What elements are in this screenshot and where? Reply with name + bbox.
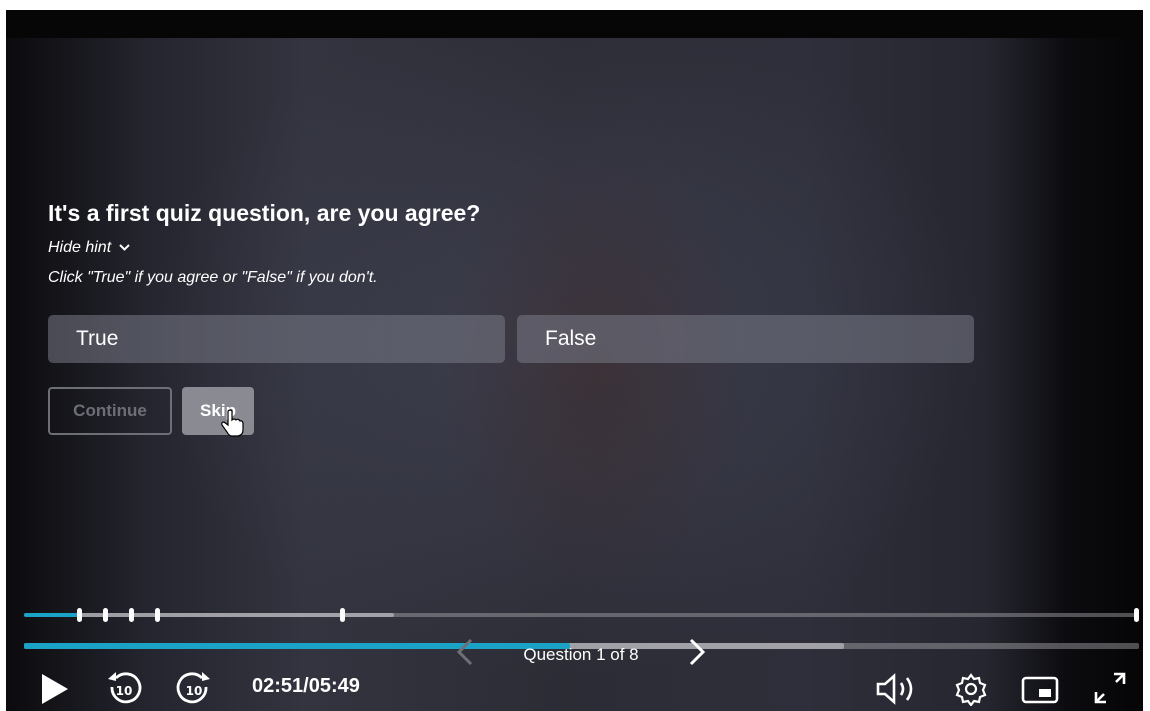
current-time: 02:51 [252,675,304,697]
hide-hint-toggle[interactable]: Hide hint [48,239,130,257]
quiz-marker[interactable] [1134,608,1139,622]
quiz-actions: Continue Skip [48,387,988,437]
chevron-down-icon [119,242,130,254]
quiz-question: It's a first quiz question, are you agre… [48,200,481,226]
control-bar: 10 10 02:51/05:49 [6,666,1143,711]
quiz-overlay: It's a first quiz question, are you agre… [48,200,988,437]
time-display: 02:51/05:49 [252,675,360,698]
settings-gear-icon[interactable] [954,672,988,706]
forward-seconds: 10 [186,684,203,698]
quiz-marker[interactable] [155,608,160,622]
quiz-marker[interactable] [129,608,134,622]
forward-10-icon[interactable]: 10 [174,670,214,708]
continue-button[interactable]: Continue [48,387,172,435]
hint-toggle-label: Hide hint [48,239,112,256]
chapter-timeline[interactable] [24,608,1139,622]
answer-false[interactable]: False [517,315,974,363]
volume-icon[interactable] [874,672,922,706]
duration: 05:49 [308,675,360,697]
quiz-marker[interactable] [340,608,345,622]
quiz-marker[interactable] [77,608,82,622]
rewind-10-icon[interactable]: 10 [104,670,144,708]
chapter-buffer [81,613,394,617]
skip-button[interactable]: Skip [182,387,254,437]
hint-text: Click "True" if you agree or "False" if … [48,269,378,286]
video-player: It's a first quiz question, are you agre… [6,10,1143,711]
answer-options: True False [48,315,988,363]
hand-pointer-cursor-icon [221,409,244,437]
chapter-progress-fill [24,613,81,617]
letterbox-bar [6,10,1143,38]
quiz-marker[interactable] [103,608,108,622]
play-icon[interactable] [36,671,72,707]
fullscreen-icon[interactable] [1092,670,1128,706]
question-counter: Question 1 of 8 [523,645,639,664]
rewind-seconds: 10 [116,684,133,698]
answer-true[interactable]: True [48,315,505,363]
picture-in-picture-icon[interactable] [1020,675,1060,705]
